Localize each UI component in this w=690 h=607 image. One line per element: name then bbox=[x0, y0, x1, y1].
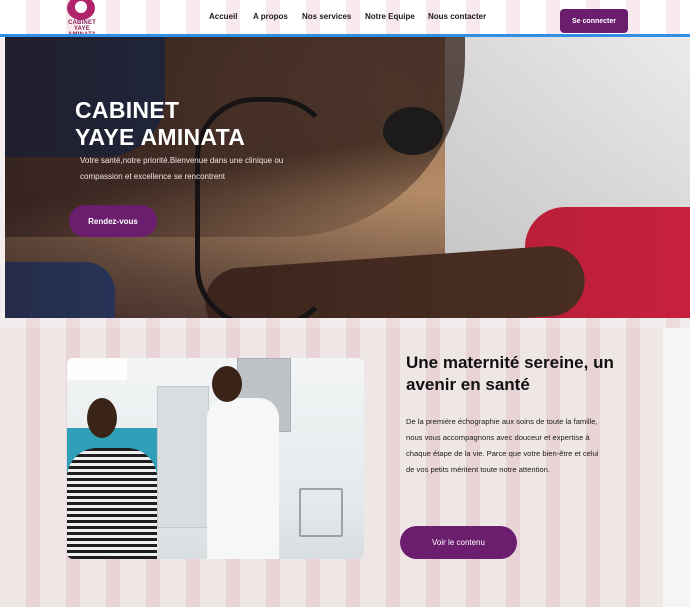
logo-icon bbox=[67, 0, 95, 20]
doctor-patient-photo bbox=[67, 358, 364, 559]
hero-subtitle: Votre santé,notre priorité.Bienvenue dan… bbox=[80, 156, 284, 181]
top-navbar: CABINET YAYE AMINATA Accueil A propos No… bbox=[0, 0, 690, 38]
view-content-button[interactable]: Voir le contenu bbox=[400, 526, 517, 559]
hero-title: CABINET YAYE AMINATA bbox=[75, 97, 246, 150]
section-description: De la première échographie aux soins de … bbox=[406, 417, 599, 474]
section-title: Une maternité sereine, un avenir en sant… bbox=[406, 353, 614, 394]
pregnant-patient-figure bbox=[67, 448, 157, 559]
doctor-figure bbox=[207, 398, 279, 559]
login-button[interactable]: Se connecter bbox=[560, 9, 628, 33]
nav-item-notre-equipe[interactable]: Notre Equipe bbox=[365, 12, 415, 21]
nav-item-accueil[interactable]: Accueil bbox=[209, 12, 237, 21]
clinic-logo[interactable]: CABINET YAYE AMINATA bbox=[62, 0, 102, 38]
nav-item-a-propos[interactable]: A propos bbox=[253, 12, 288, 21]
nav-item-nous-contacter[interactable]: Nous contacter bbox=[428, 12, 486, 21]
hero-banner: CABINET YAYE AMINATA Votre santé,notre p… bbox=[5, 37, 690, 318]
nav-item-nos-services[interactable]: Nos services bbox=[302, 12, 351, 21]
appointment-button[interactable]: Rendez-vous bbox=[69, 205, 157, 237]
